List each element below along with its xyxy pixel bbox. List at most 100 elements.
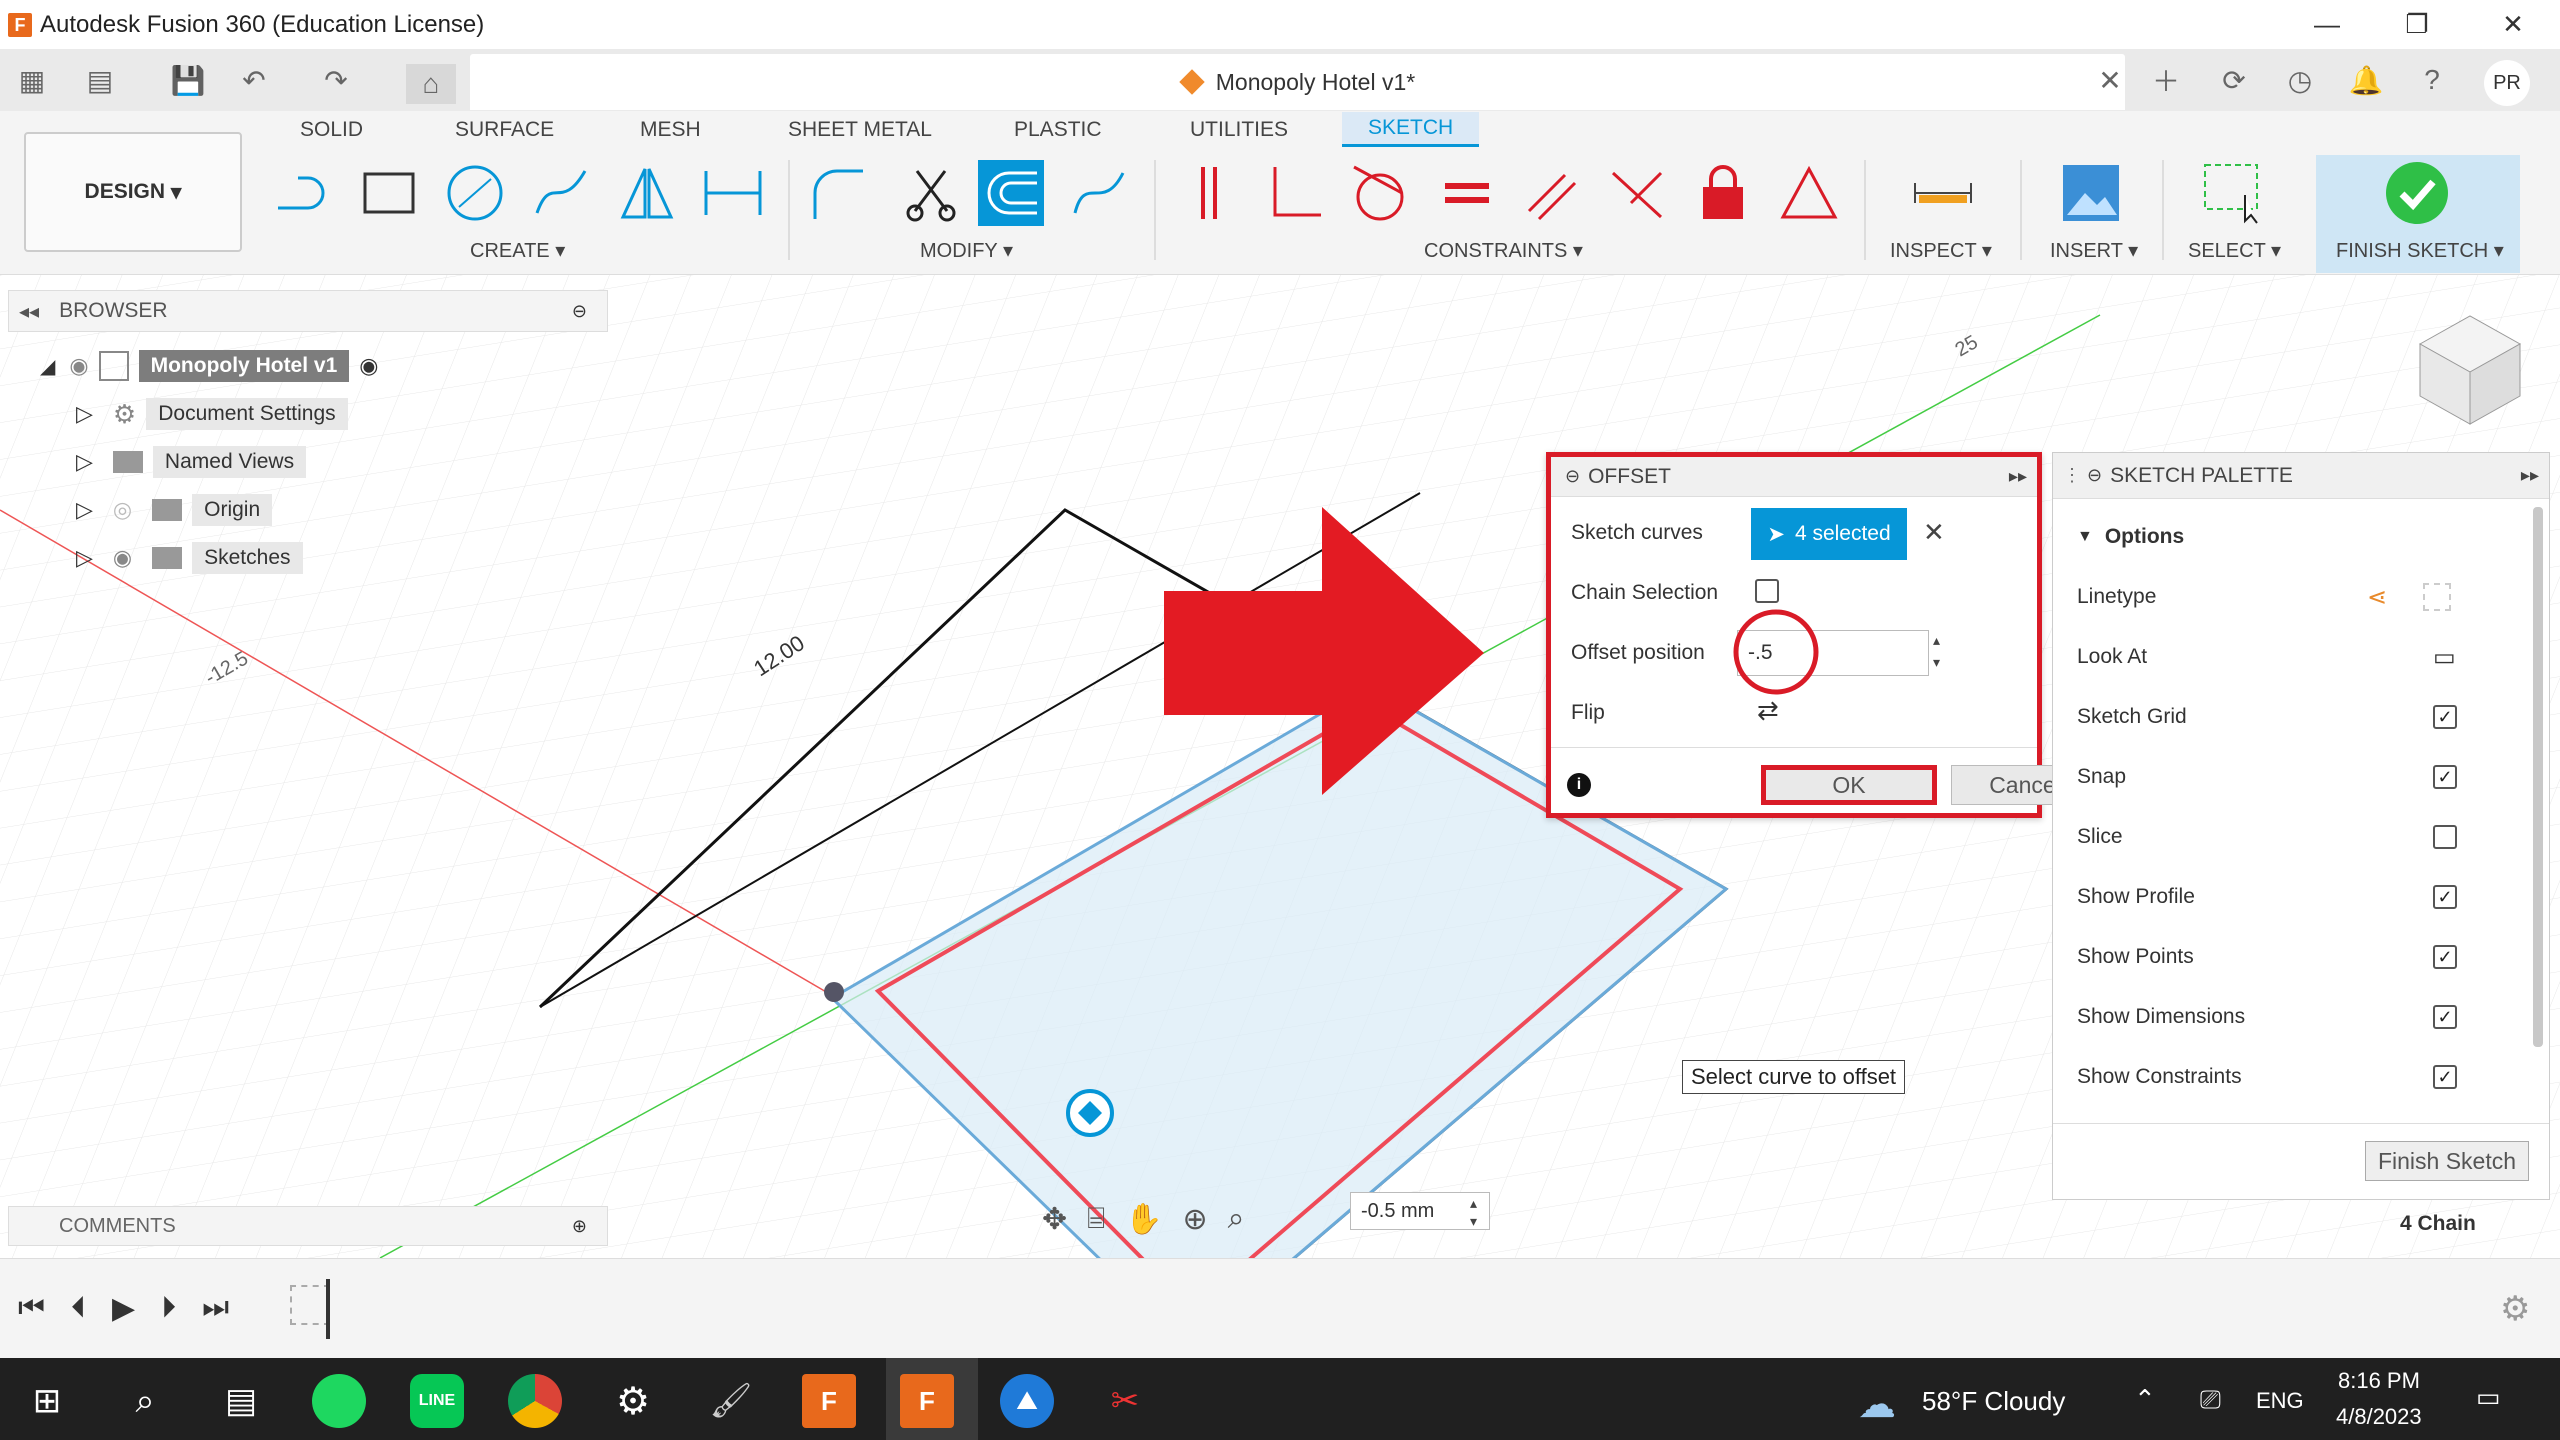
workspace-design-button[interactable]: DESIGN ▾ — [24, 132, 242, 252]
cloud-weather-icon[interactable]: ☁ — [1852, 1384, 1902, 1426]
tab-utilities[interactable]: UTILITIES — [1190, 118, 1288, 142]
undo-icon[interactable]: ↶ — [234, 60, 274, 100]
dimension-input[interactable]: -0.5 mm — [1350, 1192, 1490, 1230]
chain-selection-checkbox[interactable] — [1755, 579, 1779, 603]
browser-item-origin[interactable]: ▷ ◎ Origin — [76, 490, 273, 530]
viewcube[interactable] — [2410, 304, 2530, 434]
new-tab-icon[interactable]: ＋ — [2146, 60, 2186, 100]
parallel-constraint-icon[interactable] — [1518, 160, 1584, 226]
sketch-curves-selection-button[interactable]: ➤ 4 selected — [1751, 508, 1907, 560]
comments-panel[interactable]: COMMENTS ⊕ — [8, 1206, 608, 1246]
job-status-icon[interactable]: ◷ — [2280, 60, 2320, 100]
browser-item-document-settings[interactable]: ▷ ⚙ Document Settings — [76, 394, 348, 434]
dimension-tool-icon[interactable] — [700, 160, 766, 226]
windows-start-icon[interactable]: ⊞ — [20, 1374, 74, 1428]
insert-image-icon[interactable] — [2058, 160, 2124, 226]
close-icon[interactable]: ✕ — [2468, 0, 2558, 49]
window-select-icon[interactable] — [2200, 160, 2266, 226]
settings-icon[interactable]: ⚙ — [606, 1374, 660, 1428]
symmetry-constraint-icon[interactable] — [1776, 160, 1842, 226]
finish-sketch-group-label[interactable]: FINISH SKETCH ▾ — [2336, 238, 2504, 263]
orbit-icon[interactable]: ✥ — [1042, 1202, 1067, 1237]
step-forward-icon[interactable]: ⏵ — [161, 1291, 176, 1326]
fix-constraint-icon[interactable] — [1690, 160, 1756, 226]
chrome-icon[interactable] — [508, 1374, 562, 1428]
look-at-icon[interactable]: ▭ — [2433, 643, 2456, 672]
spotify-icon[interactable] — [312, 1374, 366, 1428]
app-icon[interactable]: ⛰ — [1000, 1374, 1054, 1428]
task-view-icon[interactable]: ▤ — [214, 1374, 268, 1428]
fit-icon[interactable]: ⌕ — [1228, 1202, 1245, 1237]
show-constraints-checkbox[interactable]: ✓ — [2433, 1065, 2457, 1089]
clock-time[interactable]: 8:16 PM — [2338, 1368, 2420, 1394]
pan-icon[interactable]: ✋ — [1125, 1202, 1162, 1237]
eye-icon[interactable]: ◉ — [113, 545, 132, 571]
expand-triangle-icon[interactable]: ▷ — [76, 545, 93, 571]
document-tab[interactable]: Monopoly Hotel v1* — [470, 54, 2125, 110]
offset-dialog-header[interactable]: ⊖ OFFSET ▸▸ — [1551, 457, 2037, 497]
go-to-start-icon[interactable]: ⏮ — [18, 1291, 45, 1326]
info-icon[interactable]: i — [1567, 773, 1591, 797]
browser-panel-header[interactable]: ◂◂ BROWSER ⊖ — [8, 290, 608, 332]
clear-selection-icon[interactable]: ✕ — [1923, 517, 1945, 548]
expand-triangle-icon[interactable]: ▷ — [76, 497, 93, 523]
app-grid-icon[interactable]: ▦ — [12, 60, 52, 100]
step-back-icon[interactable]: ⏴ — [71, 1291, 86, 1326]
show-hidden-icons-icon[interactable]: ⌃ — [2134, 1384, 2156, 1415]
browser-root[interactable]: ◢ ◉ Monopoly Hotel v1 ◉ — [40, 346, 378, 386]
offset-spinner-icon[interactable]: ▴ ▾ — [1933, 629, 1940, 673]
close-tab-icon[interactable]: ✕ — [2090, 60, 2130, 100]
show-profile-checkbox[interactable]: ✓ — [2433, 885, 2457, 909]
perpendicular-lines-icon[interactable] — [1604, 160, 1670, 226]
notifications-icon[interactable]: 🔔 — [2346, 60, 2386, 100]
look-at-nav-icon[interactable]: ⌸ — [1087, 1202, 1105, 1237]
equal-constraint-icon[interactable] — [1434, 160, 1500, 226]
tab-sheet-metal[interactable]: SHEET METAL — [788, 118, 932, 142]
eye-icon[interactable]: ◉ — [69, 353, 88, 379]
show-points-checkbox[interactable]: ✓ — [2433, 945, 2457, 969]
palette-scrollbar[interactable] — [2533, 507, 2543, 1047]
dimension-spinner-icon[interactable]: ▴ ▾ — [1470, 1194, 1477, 1230]
expand-palette-icon[interactable]: ▸▸ — [2521, 465, 2539, 486]
redo-icon[interactable]: ↷ — [316, 60, 356, 100]
add-comment-icon[interactable]: ⊕ — [572, 1216, 587, 1237]
construction-linetype-icon[interactable]: ⋖ — [2367, 583, 2387, 612]
network-icon[interactable]: ⎚ — [2200, 1384, 2221, 1416]
palette-grip-icon[interactable]: ⋮ — [2063, 465, 2081, 486]
select-group-label[interactable]: SELECT ▾ — [2188, 238, 2281, 263]
tangent-constraint-icon[interactable] — [1346, 160, 1412, 226]
finish-sketch-button[interactable]: Finish Sketch — [2365, 1141, 2529, 1181]
sketch-grid-checkbox[interactable]: ✓ — [2433, 705, 2457, 729]
coincident-constraint-icon[interactable] — [1178, 160, 1244, 226]
centerline-linetype-icon[interactable] — [2423, 583, 2451, 611]
dialog-minimize-icon[interactable]: ⊖ — [1565, 466, 1580, 487]
collapse-triangle-icon[interactable]: ◢ — [40, 354, 55, 379]
tab-sketch[interactable]: SKETCH — [1342, 112, 1480, 147]
user-avatar[interactable]: PR — [2484, 60, 2530, 106]
measure-tool-icon[interactable] — [1910, 160, 1976, 226]
show-dimensions-checkbox[interactable]: ✓ — [2433, 1005, 2457, 1029]
eye-hidden-icon[interactable]: ◎ — [113, 497, 132, 523]
offset-tool-icon[interactable] — [978, 160, 1044, 226]
sketch-feature-icon[interactable] — [290, 1285, 330, 1325]
collapse-browser-icon[interactable]: ◂◂ — [19, 299, 39, 324]
language-indicator[interactable]: ENG — [2256, 1388, 2304, 1414]
constraints-group-label[interactable]: CONSTRAINTS ▾ — [1424, 238, 1583, 263]
snipping-tool-icon[interactable]: ✂ — [1098, 1374, 1152, 1428]
circle-tool-icon[interactable] — [442, 160, 508, 226]
search-icon[interactable]: ⌕ — [118, 1374, 172, 1428]
options-section[interactable]: ▼ Options — [2077, 517, 2517, 557]
mirror-tool-icon[interactable] — [614, 160, 680, 226]
paint-icon[interactable]: 🖌 — [704, 1374, 758, 1428]
fusion-taskbar-icon[interactable]: F — [802, 1374, 856, 1428]
activate-radio-icon[interactable]: ◉ — [359, 353, 378, 379]
tab-solid[interactable]: SOLID — [300, 118, 363, 142]
weather-text[interactable]: 58°F Cloudy — [1922, 1386, 2065, 1417]
finish-sketch-check-icon[interactable] — [2384, 160, 2450, 226]
zoom-window-icon[interactable]: ⊕ — [1183, 1202, 1208, 1237]
perpendicular-constraint-icon[interactable] — [1262, 160, 1328, 226]
sketch-curve-tool-icon[interactable] — [1066, 160, 1132, 226]
restore-icon[interactable]: ❐ — [2372, 0, 2462, 49]
clock-date[interactable]: 4/8/2023 — [2336, 1404, 2422, 1430]
rectangle-tool-icon[interactable] — [356, 160, 422, 226]
